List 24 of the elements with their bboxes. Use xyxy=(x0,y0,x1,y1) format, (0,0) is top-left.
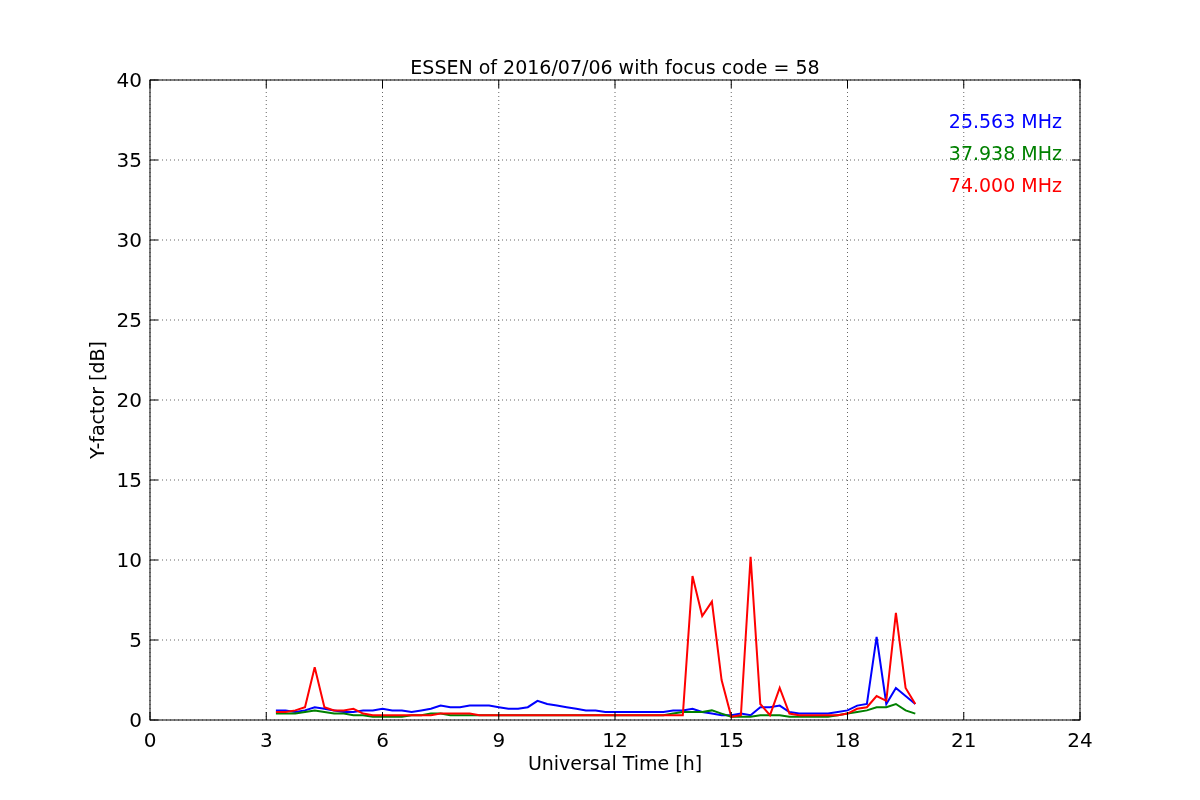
y-tick-label: 25 xyxy=(116,308,142,332)
x-tick-label: 9 xyxy=(492,728,506,752)
y-axis-label: Y-factor [dB] xyxy=(86,341,108,459)
y-tick-label: 0 xyxy=(129,708,142,732)
y-tick-label: 40 xyxy=(116,68,142,92)
chart-title: ESSEN of 2016/07/06 with focus code = 58 xyxy=(410,56,820,78)
x-tick-label: 0 xyxy=(143,728,157,752)
y-tick-label: 30 xyxy=(116,228,142,252)
x-tick-label: 6 xyxy=(376,728,389,752)
x-tick-label: 15 xyxy=(718,728,744,752)
x-tick-label: 18 xyxy=(834,728,861,752)
y-tick-label: 5 xyxy=(129,628,142,652)
series-label: 74.000 MHz xyxy=(948,174,1062,196)
x-tick-label: 12 xyxy=(602,728,628,752)
y-tick-label: 15 xyxy=(116,468,142,492)
x-axis-label: Universal Time [h] xyxy=(527,752,703,774)
series-label: 37.938 MHz xyxy=(948,142,1062,164)
y-tick-label: 35 xyxy=(116,148,142,172)
x-tick-label: 24 xyxy=(1067,728,1093,752)
x-tick-label: 3 xyxy=(259,728,273,752)
x-tick-label: 21 xyxy=(951,728,977,752)
y-tick-label: 20 xyxy=(116,388,142,412)
y-tick-label: 10 xyxy=(116,548,142,572)
series-label: 25.563 MHz xyxy=(948,110,1062,132)
